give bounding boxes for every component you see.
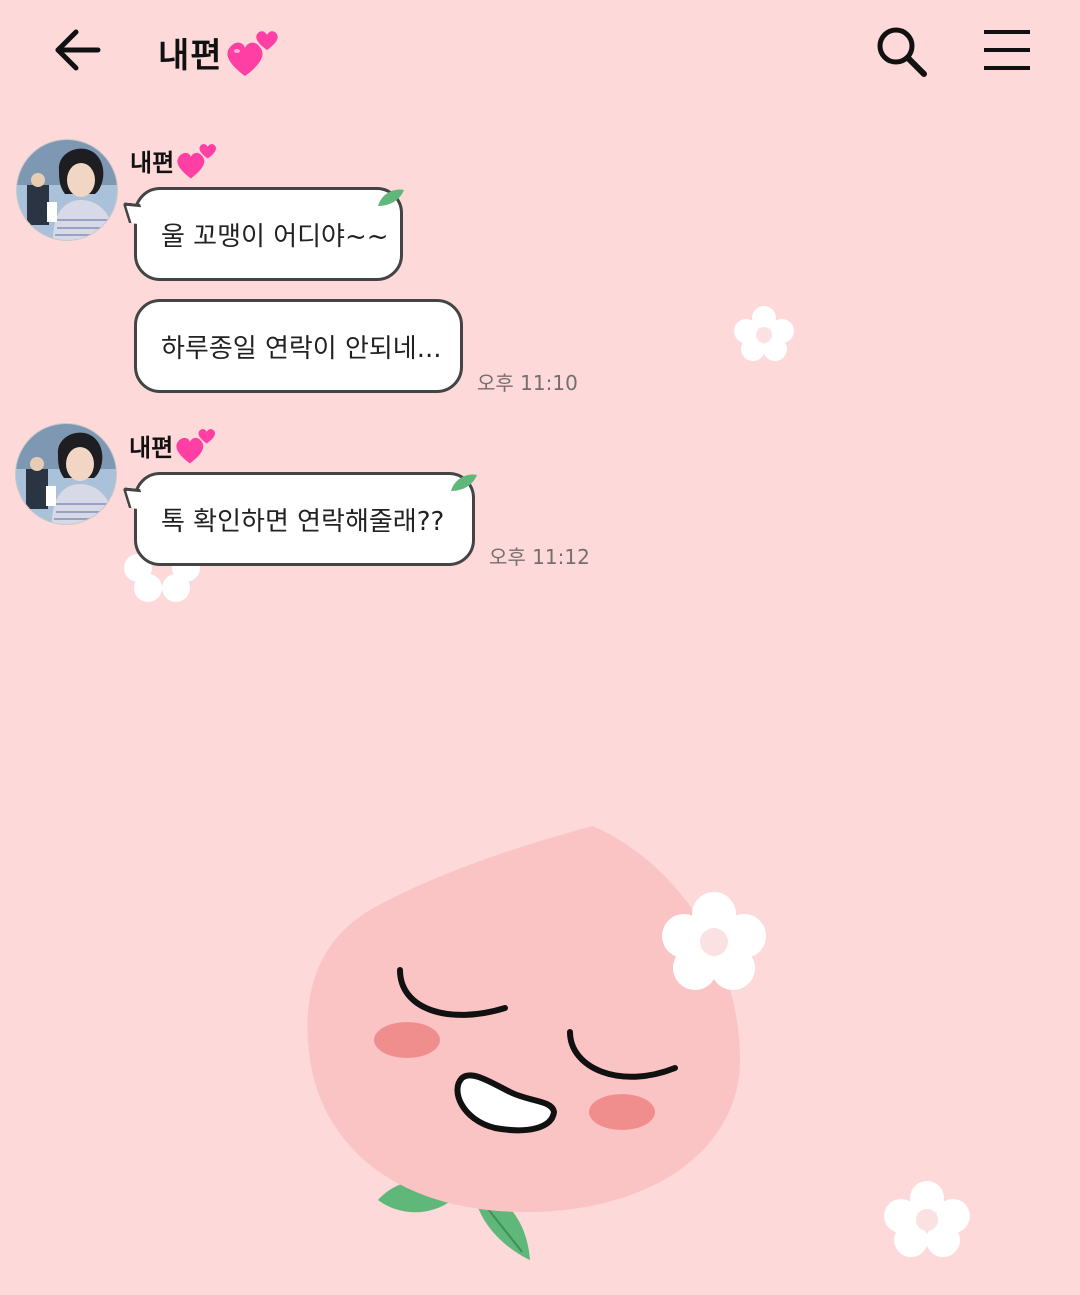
message-text: 울 꼬맹이 어디야~~ — [161, 221, 389, 252]
two-hearts-icon — [174, 425, 218, 465]
message-bubble[interactable]: 하루종일 연락이 안되네... — [134, 299, 463, 393]
chat-header: 내편 — [0, 0, 1080, 110]
leaf-icon — [378, 189, 404, 206]
hamburger-menu-icon — [984, 30, 1030, 70]
message-bubble[interactable]: 톡 확인하면 연락해줄래?? — [134, 472, 475, 566]
chat-title: 내편 — [158, 26, 281, 78]
sender-avatar[interactable] — [16, 139, 118, 241]
menu-button[interactable] — [980, 26, 1034, 74]
message-text: 톡 확인하면 연락해줄래?? — [161, 506, 445, 537]
flower-decoration — [884, 1181, 970, 1257]
search-button[interactable] — [872, 22, 932, 80]
arrow-left-icon — [55, 29, 101, 71]
leaf-icon — [451, 474, 477, 491]
flower-decoration — [734, 306, 794, 361]
message-bubble[interactable]: 울 꼬맹이 어디야~~ — [134, 187, 403, 281]
search-icon — [877, 27, 927, 77]
back-button[interactable] — [48, 22, 108, 78]
message-timestamp: 오후 11:12 — [489, 545, 590, 569]
peach-character-illustration — [307, 826, 766, 1260]
sender-avatar[interactable] — [15, 423, 117, 525]
sender-name: 내편 — [130, 140, 219, 180]
sender-name: 내편 — [129, 425, 218, 465]
chat-title-label: 내편 — [158, 35, 223, 76]
message-timestamp: 오후 11:10 — [477, 371, 578, 395]
sender-name-label: 내편 — [129, 433, 174, 462]
two-hearts-icon — [175, 140, 219, 180]
sender-name-label: 내편 — [130, 148, 175, 177]
two-hearts-icon — [225, 26, 281, 78]
message-text: 하루종일 연락이 안되네... — [161, 333, 442, 364]
